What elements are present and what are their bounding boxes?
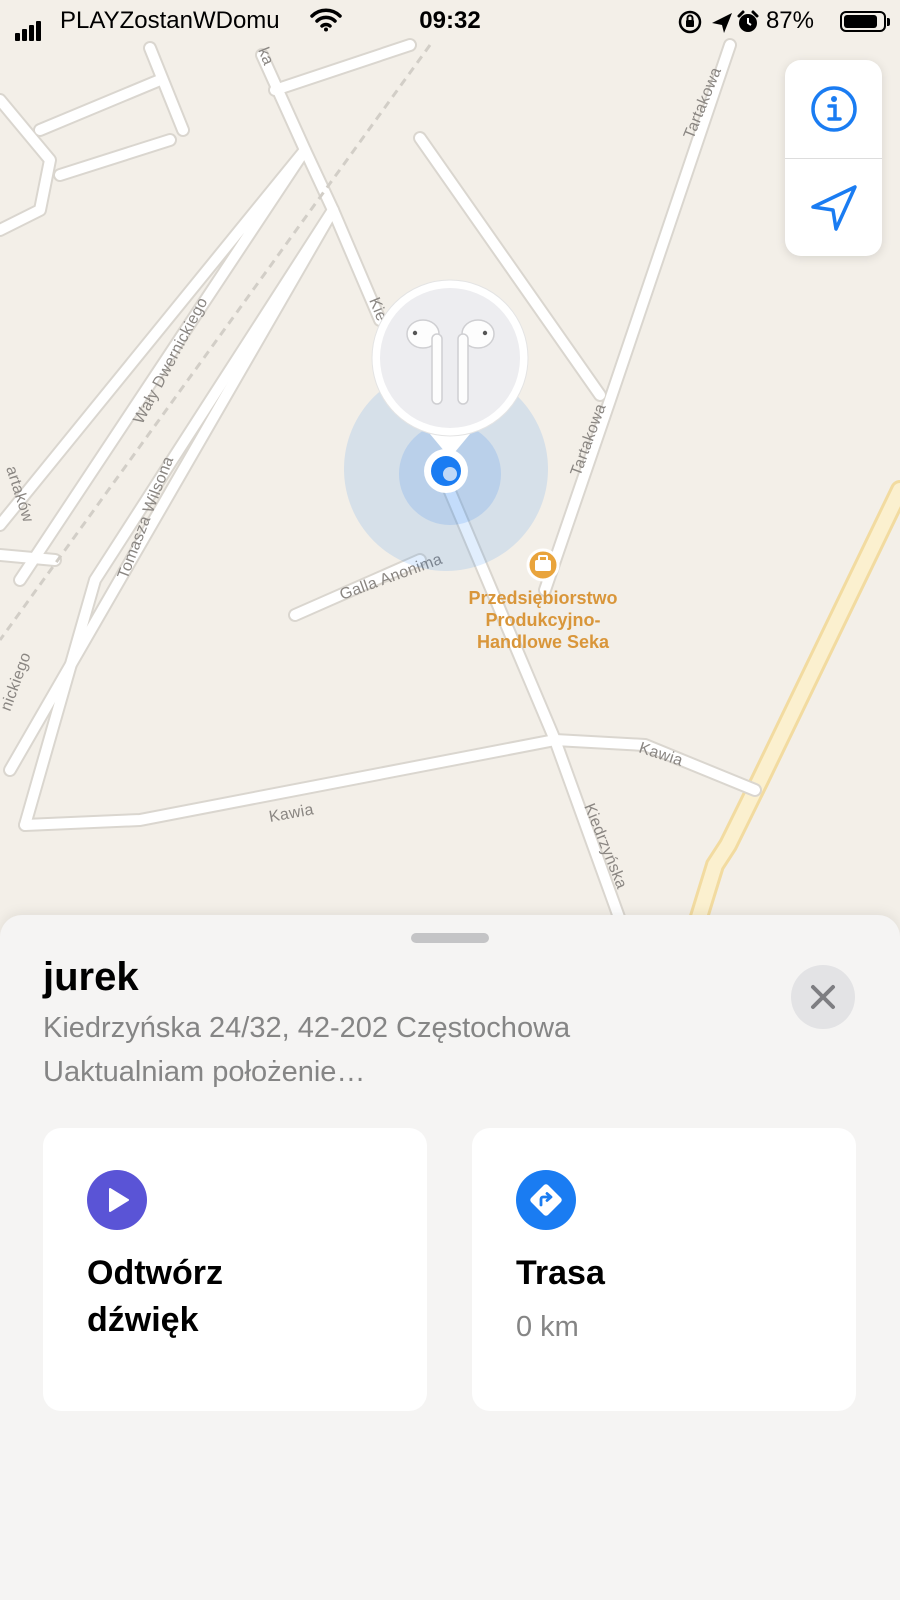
directions-label: Trasa — [516, 1254, 605, 1292]
play-sound-label: Odtwórz dźwięk — [87, 1254, 223, 1339]
location-arrow-icon — [810, 184, 857, 231]
battery-percent: 87% — [765, 7, 814, 34]
directions-distance: 0 km — [516, 1311, 579, 1343]
play-icon — [87, 1170, 147, 1230]
poi-label-line2: Produkcyjno- — [485, 610, 600, 630]
sheet-grabber[interactable] — [411, 933, 489, 943]
info-button[interactable] — [785, 60, 882, 157]
poi-label-line3: Handlowe Seka — [477, 632, 610, 652]
play-sound-card[interactable]: Odtwórz dźwięk — [43, 1128, 427, 1411]
directions-card[interactable]: Trasa 0 km — [472, 1128, 856, 1411]
locate-button[interactable] — [785, 159, 882, 256]
battery-icon — [840, 11, 890, 32]
map-controls — [785, 60, 882, 256]
poi-label-line1: Przedsiębiorstwo — [468, 588, 617, 608]
location-status: Uaktualniam położenie… — [43, 1056, 366, 1088]
device-address: Kiedrzyńska 24/32, 42-202 Częstochowa — [43, 1012, 571, 1044]
close-button[interactable] — [791, 965, 855, 1029]
map-view[interactable]: Wały Dwernickiego Tomasza Wilsona Tartak… — [0, 0, 900, 940]
device-sheet: jurek Kiedrzyńska 24/32, 42-202 Częstoch… — [0, 915, 900, 1600]
alarm-icon — [737, 10, 759, 32]
directions-icon — [516, 1170, 576, 1230]
location-arrow-icon — [712, 13, 732, 33]
device-name: jurek — [43, 955, 139, 999]
map-canvas: Wały Dwernickiego Tomasza Wilsona Tartak… — [0, 0, 900, 940]
orientation-lock-icon — [678, 10, 702, 34]
info-icon — [810, 85, 857, 132]
close-icon — [811, 985, 835, 1009]
status-bar: PLAYZostanWDomu 09:32 87% — [0, 0, 900, 44]
